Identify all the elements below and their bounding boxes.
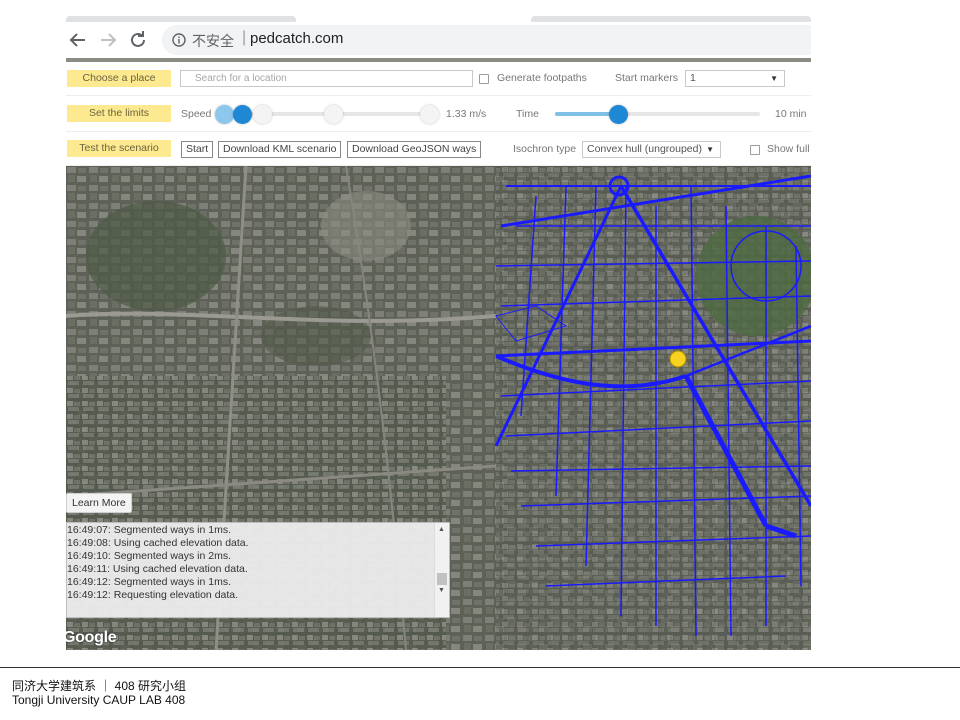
speed-slider-min-handle[interactable] — [215, 105, 234, 124]
speed-slider-tick — [420, 105, 439, 124]
learn-more-button[interactable]: Learn More — [66, 493, 132, 513]
tab-strip — [66, 0, 811, 22]
log-line: 16:49:10: Segmented ways in 2ms. — [67, 550, 232, 562]
log-line: 16:49:11: Using cached elevation data. — [67, 563, 248, 575]
show-full-label: Show full — [767, 143, 810, 155]
scroll-down-icon[interactable]: ▼ — [438, 587, 445, 594]
console-scrollbar[interactable]: ▲ ▼ — [434, 523, 449, 617]
download-kml-button[interactable]: Download KML scenario — [218, 141, 342, 158]
speed-value: 1.33 m/s — [446, 108, 487, 120]
set-limits-step[interactable]: Set the limits — [67, 105, 171, 122]
log-line: 16:49:12: Requesting elevation data. — [67, 589, 239, 601]
set-limits-row: Set the limits Speed 1.33 m/s Time 10 mi… — [66, 96, 811, 132]
start-markers-label: Start markers — [615, 72, 679, 84]
reload-icon[interactable] — [126, 28, 150, 52]
speed-slider-tick — [253, 105, 272, 124]
browser-window: 不安全 | pedcatch.com Choose a place Genera… — [66, 0, 811, 650]
isochron-type-value: Convex hull (ungrouped) — [587, 143, 702, 155]
start-button[interactable]: Start — [181, 141, 214, 158]
scrollbar-thumb[interactable] — [437, 573, 447, 585]
generate-footpaths-checkbox[interactable] — [479, 74, 489, 84]
time-slider-handle[interactable] — [609, 105, 628, 124]
omnibox-separator: | — [242, 29, 247, 46]
info-icon[interactable] — [172, 33, 186, 47]
scroll-up-icon[interactable]: ▲ — [438, 526, 445, 533]
isochron-type-select[interactable]: Convex hull (ungrouped) ▼ — [582, 141, 721, 158]
log-line: 16:49:08: Using cached elevation data. — [67, 537, 249, 549]
footer-lab-chinese: 同济大学建筑系 ｜ 408 研究小组 — [12, 679, 187, 693]
time-label: Time — [516, 108, 539, 120]
footer-divider — [0, 667, 960, 668]
speed-slider-tick — [324, 105, 343, 124]
speed-label: Speed — [181, 108, 212, 120]
start-marker[interactable] — [669, 350, 687, 368]
omnibox[interactable]: 不安全 | pedcatch.com — [162, 25, 811, 55]
download-geojson-button[interactable]: Download GeoJSON ways — [347, 141, 482, 158]
log-console[interactable]: 16:49:07: Segmented ways in 1ms. 16:49:0… — [66, 522, 450, 618]
start-markers-select[interactable]: 1 ▼ — [685, 70, 785, 87]
speed-slider-handle[interactable] — [233, 105, 252, 124]
time-value: 10 min — [775, 108, 807, 120]
security-status: 不安全 — [192, 33, 234, 49]
log-line: 16:49:07: Segmented ways in 1ms. — [67, 524, 232, 536]
back-arrow-icon[interactable] — [66, 28, 90, 52]
dropdown-arrow-icon: ▼ — [770, 74, 778, 83]
choose-place-step[interactable]: Choose a place — [67, 70, 171, 87]
forward-arrow-icon[interactable] — [96, 28, 120, 52]
test-scenario-step[interactable]: Test the scenario — [67, 140, 171, 157]
test-scenario-row: Test the scenario Start Download KML sce… — [66, 132, 811, 166]
generate-footpaths-label: Generate footpaths — [497, 72, 587, 84]
url-text[interactable]: pedcatch.com — [250, 30, 343, 47]
dropdown-arrow-icon: ▼ — [706, 145, 714, 154]
show-full-checkbox[interactable] — [750, 145, 760, 155]
browser-address-bar: 不安全 | pedcatch.com — [66, 22, 811, 58]
start-markers-value: 1 — [690, 72, 696, 84]
footer-lab-english: Tongji University CAUP LAB 408 — [12, 693, 186, 707]
choose-place-row: Choose a place Generate footpaths Start … — [66, 62, 811, 96]
google-logo: Google — [66, 629, 117, 646]
satellite-map[interactable]: Learn More 16:49:07: Segmented ways in 1… — [66, 166, 811, 650]
isochron-type-label: Isochron type — [513, 143, 577, 155]
log-line: 16:49:12: Segmented ways in 1ms. — [67, 576, 232, 588]
location-search-input[interactable] — [180, 70, 473, 87]
